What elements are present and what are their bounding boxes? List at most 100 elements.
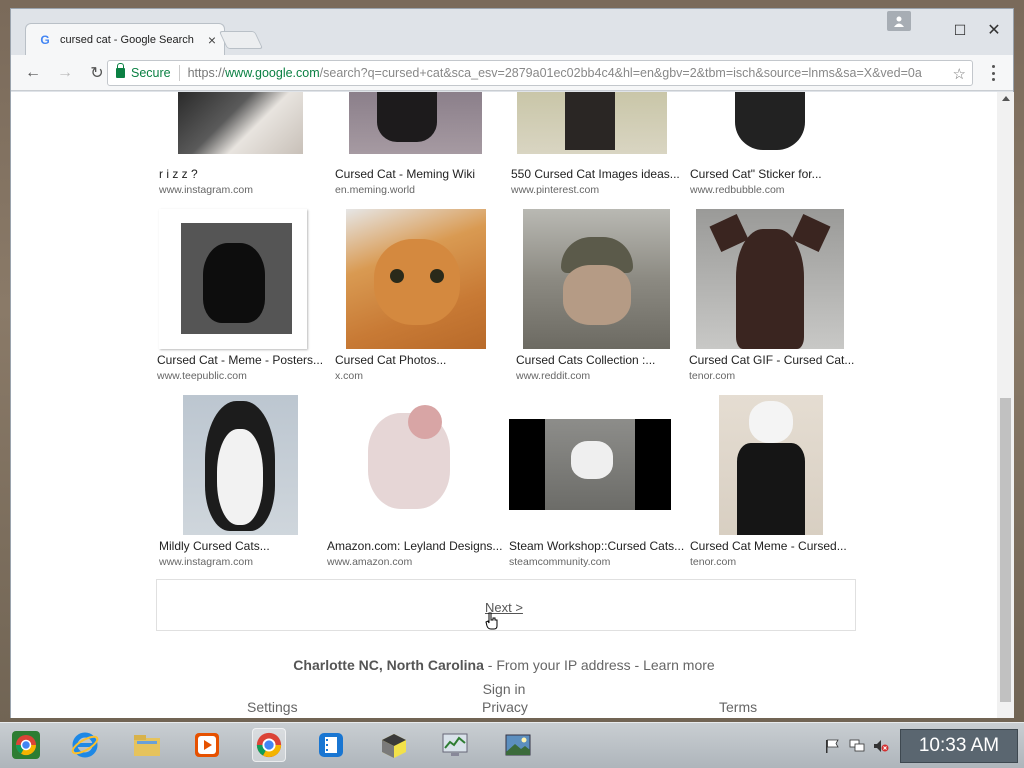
vertical-scrollbar[interactable] <box>997 92 1014 718</box>
tab-google-search[interactable]: G cursed cat - Google Search × <box>25 23 225 55</box>
result-image[interactable] <box>349 92 482 154</box>
result-source[interactable]: en.meming.world <box>335 184 415 196</box>
video-editor-icon[interactable] <box>314 728 348 762</box>
result-image[interactable] <box>183 395 298 535</box>
scroll-up-arrow-icon[interactable] <box>1002 96 1010 101</box>
result-source[interactable]: www.redbubble.com <box>690 184 785 196</box>
result-image[interactable] <box>509 419 671 510</box>
result-source[interactable]: tenor.com <box>689 370 735 382</box>
black-cat-shape <box>203 243 265 323</box>
browser-window: G cursed cat - Google Search × ☐ ✕ ← → ↻… <box>10 8 1014 718</box>
flag-icon[interactable] <box>824 739 840 753</box>
result-source[interactable]: www.instagram.com <box>159 184 253 196</box>
result-image[interactable] <box>696 209 844 349</box>
result-caption[interactable]: Cursed Cat" Sticker for... <box>690 167 822 181</box>
film-icon <box>319 733 343 757</box>
scroll-thumb[interactable] <box>1000 398 1011 702</box>
result-caption[interactable]: Cursed Cat - Meme - Posters... <box>157 353 323 367</box>
result-image[interactable] <box>517 92 667 154</box>
result-image[interactable] <box>346 209 486 349</box>
url-text: https://www.google.com/search?q=cursed+c… <box>188 66 922 80</box>
settings-link[interactable]: Settings <box>247 699 298 715</box>
address-bar[interactable]: Secure https://www.google.com/search?q=c… <box>107 60 973 86</box>
tab-close-icon[interactable]: × <box>208 32 216 48</box>
video-frame <box>545 419 635 510</box>
result-source[interactable]: www.teepublic.com <box>157 370 247 382</box>
browser-menu-button[interactable] <box>985 65 1001 81</box>
photo-viewer-icon[interactable] <box>501 728 535 762</box>
result-image[interactable] <box>717 92 823 154</box>
forward-button[interactable]: → <box>51 59 79 87</box>
learn-more-link[interactable]: Learn more <box>643 657 715 673</box>
new-tab-button[interactable] <box>218 31 264 49</box>
result-caption[interactable]: Mildly Cursed Cats... <box>159 539 270 553</box>
result-image[interactable] <box>338 395 478 535</box>
profile-button[interactable] <box>887 11 911 31</box>
start-logo-icon <box>12 731 40 759</box>
location-line: Charlotte NC, North Carolina - From your… <box>11 657 997 673</box>
file-explorer-icon[interactable] <box>130 728 164 762</box>
close-window-button[interactable]: ✕ <box>979 17 1009 43</box>
secure-indicator[interactable]: Secure <box>116 63 171 80</box>
result-caption[interactable]: Cursed Cat GIF - Cursed Cat... <box>689 353 854 367</box>
result-caption[interactable]: Cursed Cat Photos... <box>335 353 446 367</box>
result-source[interactable]: www.instagram.com <box>159 556 253 568</box>
result-source[interactable]: www.reddit.com <box>516 370 590 382</box>
result-caption[interactable]: Amazon.com: Leyland Designs... <box>327 539 502 553</box>
tab-strip: G cursed cat - Google Search × ☐ ✕ <box>11 9 1013 55</box>
chrome-icon[interactable] <box>252 728 286 762</box>
chrome-os-icon[interactable] <box>9 728 43 762</box>
result-caption[interactable]: Cursed Cats Collection :... <box>516 353 655 367</box>
dot-icon <box>991 65 995 68</box>
penguin-cat-belly <box>217 429 263 525</box>
url-scheme: https:// <box>187 66 226 80</box>
app-icon[interactable] <box>376 728 410 762</box>
location-name: Charlotte NC, North Carolina <box>293 657 484 673</box>
folder-icon <box>134 735 160 756</box>
result-caption[interactable]: r i z z ? <box>159 167 198 181</box>
terms-link[interactable]: Terms <box>719 699 757 715</box>
monitor-icon[interactable] <box>438 728 472 762</box>
ie-logo-icon <box>71 732 99 758</box>
result-caption[interactable]: Cursed Cat - Meming Wiki <box>335 167 475 181</box>
system-clock[interactable]: 10:33 AM <box>900 729 1018 763</box>
browser-toolbar: ← → ↻ Secure https://www.google.com/sear… <box>11 55 1013 91</box>
back-button[interactable]: ← <box>19 59 47 87</box>
dot-icon <box>991 71 995 75</box>
cat-face <box>563 265 631 325</box>
bookmark-star-icon[interactable]: ☆ <box>953 65 966 83</box>
system-monitor-icon <box>442 733 468 756</box>
result-source[interactable]: x.com <box>335 370 363 382</box>
volume-muted-icon[interactable] <box>873 739 889 753</box>
internet-explorer-icon[interactable] <box>68 728 102 762</box>
white-cat-shape <box>571 441 613 479</box>
privacy-link[interactable]: Privacy <box>482 699 528 715</box>
result-source[interactable]: www.pinterest.com <box>511 184 599 196</box>
black-cat-sticker-shape <box>735 92 805 150</box>
media-player-icon[interactable] <box>190 728 224 762</box>
chrome-logo-icon <box>256 732 282 758</box>
result-image[interactable] <box>719 395 823 535</box>
result-source[interactable]: www.amazon.com <box>327 556 412 568</box>
sign-in-link[interactable]: Sign in <box>11 681 997 697</box>
result-image[interactable] <box>159 209 307 349</box>
result-image[interactable] <box>178 92 303 154</box>
result-image[interactable] <box>523 209 670 349</box>
result-source[interactable]: tenor.com <box>690 556 736 568</box>
cat-eye <box>430 269 444 283</box>
white-cat-head <box>749 401 793 443</box>
dark-legs-shape <box>737 443 805 535</box>
result-source[interactable]: steamcommunity.com <box>509 556 610 568</box>
lock-icon <box>116 63 125 78</box>
maximize-button[interactable]: ☐ <box>945 17 975 43</box>
taskbar: 10:33 AM <box>0 722 1024 768</box>
result-caption[interactable]: Cursed Cat Meme - Cursed... <box>690 539 847 553</box>
secure-label: Secure <box>131 66 171 80</box>
result-caption[interactable]: 550 Cursed Cat Images ideas... <box>511 167 680 181</box>
result-caption[interactable]: Steam Workshop::Cursed Cats... <box>509 539 684 553</box>
picture-icon <box>505 734 531 756</box>
cat-eye <box>390 269 404 283</box>
dot-icon <box>991 78 995 81</box>
location-note: - From your IP address - <box>483 657 644 673</box>
network-icon[interactable] <box>849 739 865 753</box>
